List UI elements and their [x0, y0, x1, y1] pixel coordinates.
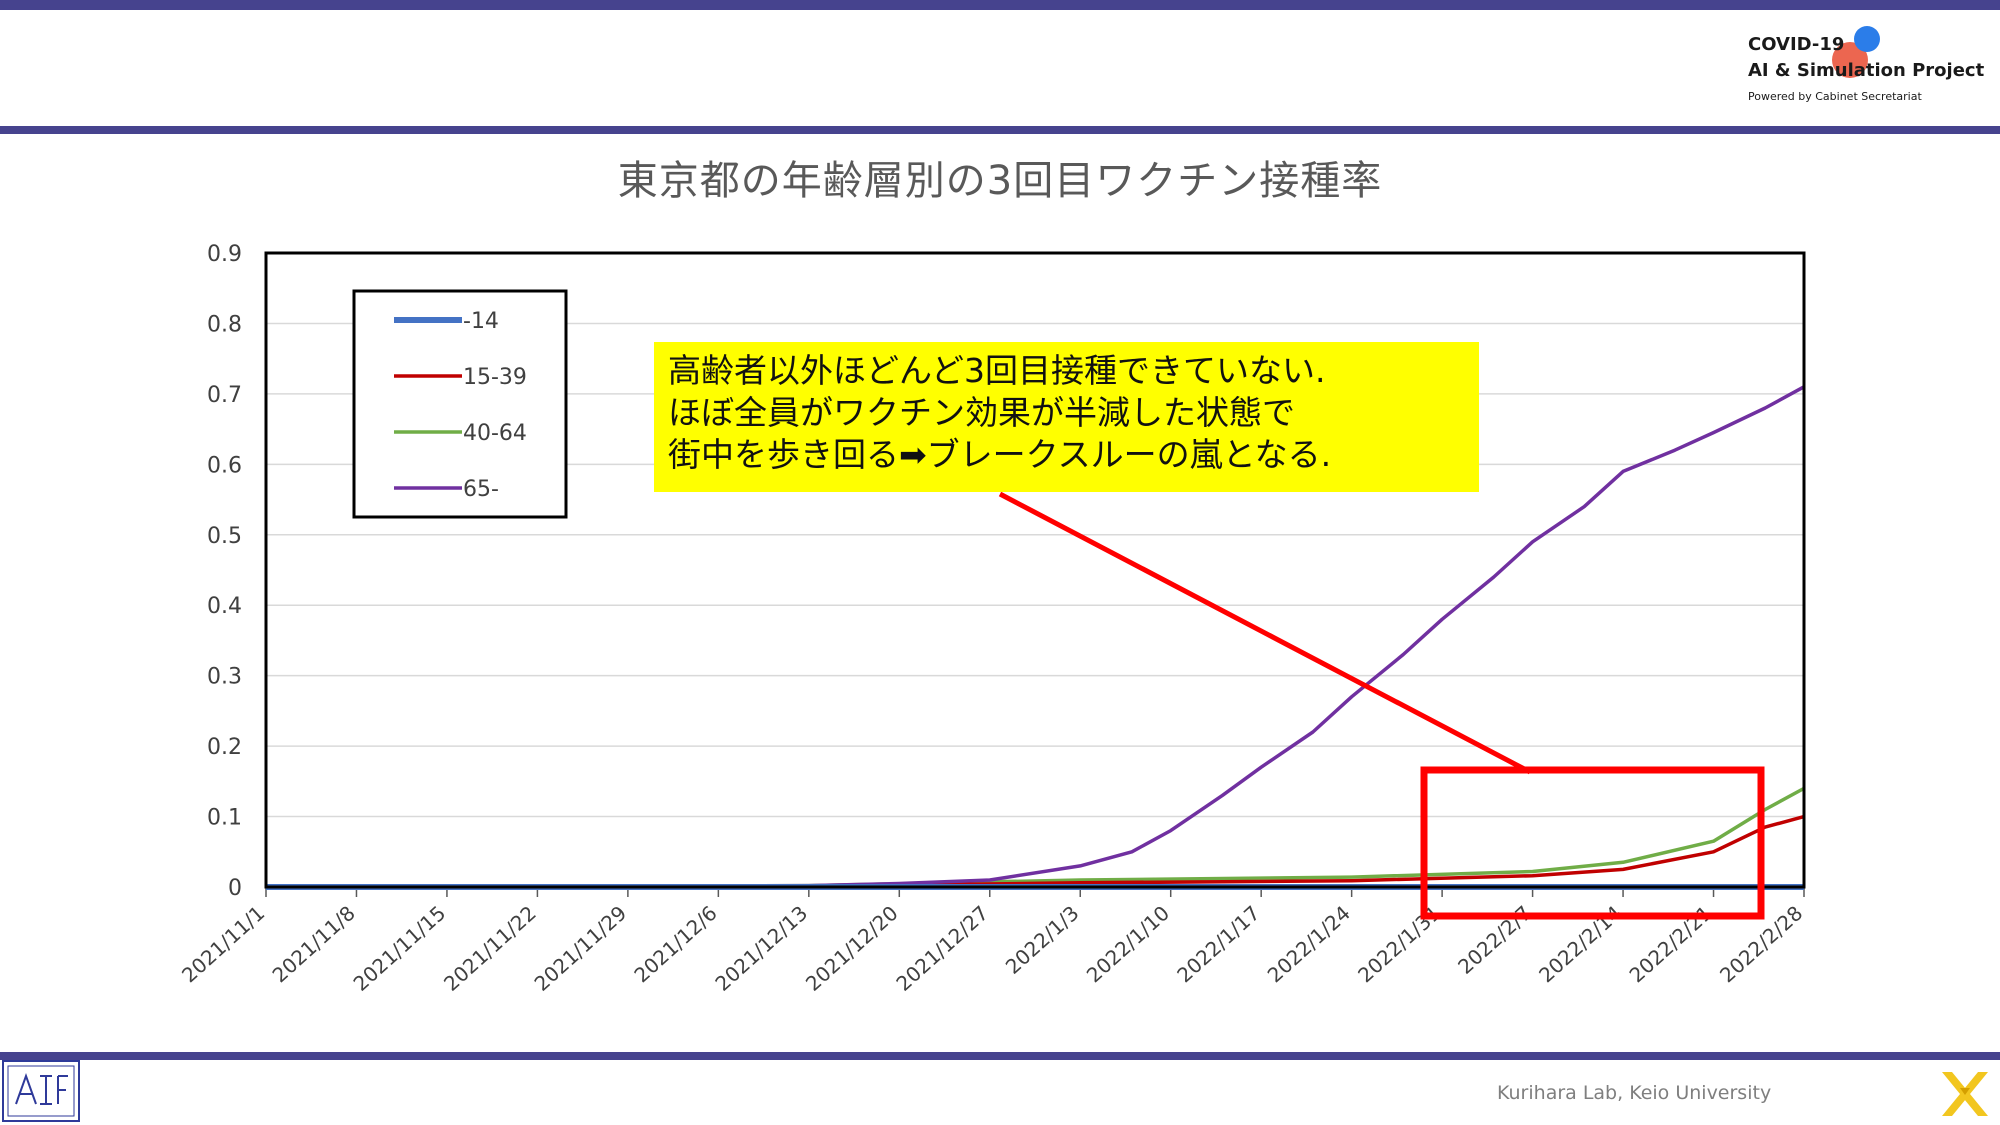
- callout-line-3: 街中を歩き回る➡ブレークスルーの嵐となる.: [668, 435, 1332, 474]
- highlight-arrow: [998, 491, 1532, 775]
- legend-label: 40-64: [463, 421, 527, 446]
- legend-label: 65-: [463, 477, 499, 502]
- y-tick-label: 0.8: [207, 312, 242, 337]
- legend-label: 15-39: [463, 365, 527, 390]
- x-tick-label: 2021/12/27: [891, 901, 993, 996]
- callout-line-2: ほぼ全員がワクチン効果が半減した状態で: [668, 393, 1295, 432]
- callout-box: 高齢者以外ほどんど3回目接種できていない. ほぼ全員がワクチン効果が半減した状態…: [654, 342, 1479, 492]
- x-tick-labels: 2021/11/12021/11/82021/11/152021/11/2220…: [177, 887, 1807, 996]
- x-tick-label: 2022/1/24: [1263, 901, 1355, 987]
- line-chart: 00.10.20.30.40.50.60.70.80.9 2021/11/120…: [177, 242, 1807, 996]
- ai-lab-logo: [2, 1060, 80, 1122]
- legend-label: -14: [463, 309, 499, 334]
- x-tick-label: 2021/12/20: [801, 901, 903, 996]
- y-tick-label: 0.3: [207, 665, 242, 690]
- x-tick-label: 2021/11/1: [177, 901, 269, 987]
- x-tick-label: 2021/11/15: [349, 901, 451, 996]
- y-tick-label: 0.2: [207, 735, 242, 760]
- y-tick-label: 0.7: [207, 383, 242, 408]
- series-line-15-39: [265, 814, 1805, 889]
- y-tick-label: 0: [228, 876, 242, 901]
- y-tick-label: 0.1: [207, 806, 242, 831]
- x-tick-label: 2022/1/10: [1082, 901, 1174, 987]
- x-tick-label: 2021/11/29: [529, 901, 631, 996]
- y-tick-label: 0.4: [207, 594, 242, 619]
- x-tick-label: 2021/12/13: [710, 901, 812, 996]
- callout-line-1: 高齢者以外ほどんど3回目接種できていない.: [668, 351, 1326, 390]
- x-tick-label: 2021/11/8: [268, 901, 360, 987]
- x-tick-label: 2022/1/17: [1172, 901, 1264, 987]
- legend-box: [352, 289, 568, 519]
- x-logo-icon: [1942, 1072, 1988, 1116]
- y-tick-labels: 0 0.1 0.2 0.3 0.4 0.5 0.6 0.7 0.8 0.9: [207, 242, 242, 901]
- x-tick-label: 2021/12/6: [629, 901, 721, 987]
- y-tick-label: 0.9: [207, 242, 242, 267]
- x-tick-label: 2022/1/3: [1001, 901, 1084, 979]
- y-tick-label: 0.6: [207, 453, 242, 478]
- y-tick-label: 0.5: [207, 524, 242, 549]
- legend: -14 15-39 40-64 65-: [352, 289, 568, 519]
- x-tick-label: 2021/11/22: [439, 901, 541, 996]
- footer-credit: Kurihara Lab, Keio University: [1497, 1082, 1772, 1104]
